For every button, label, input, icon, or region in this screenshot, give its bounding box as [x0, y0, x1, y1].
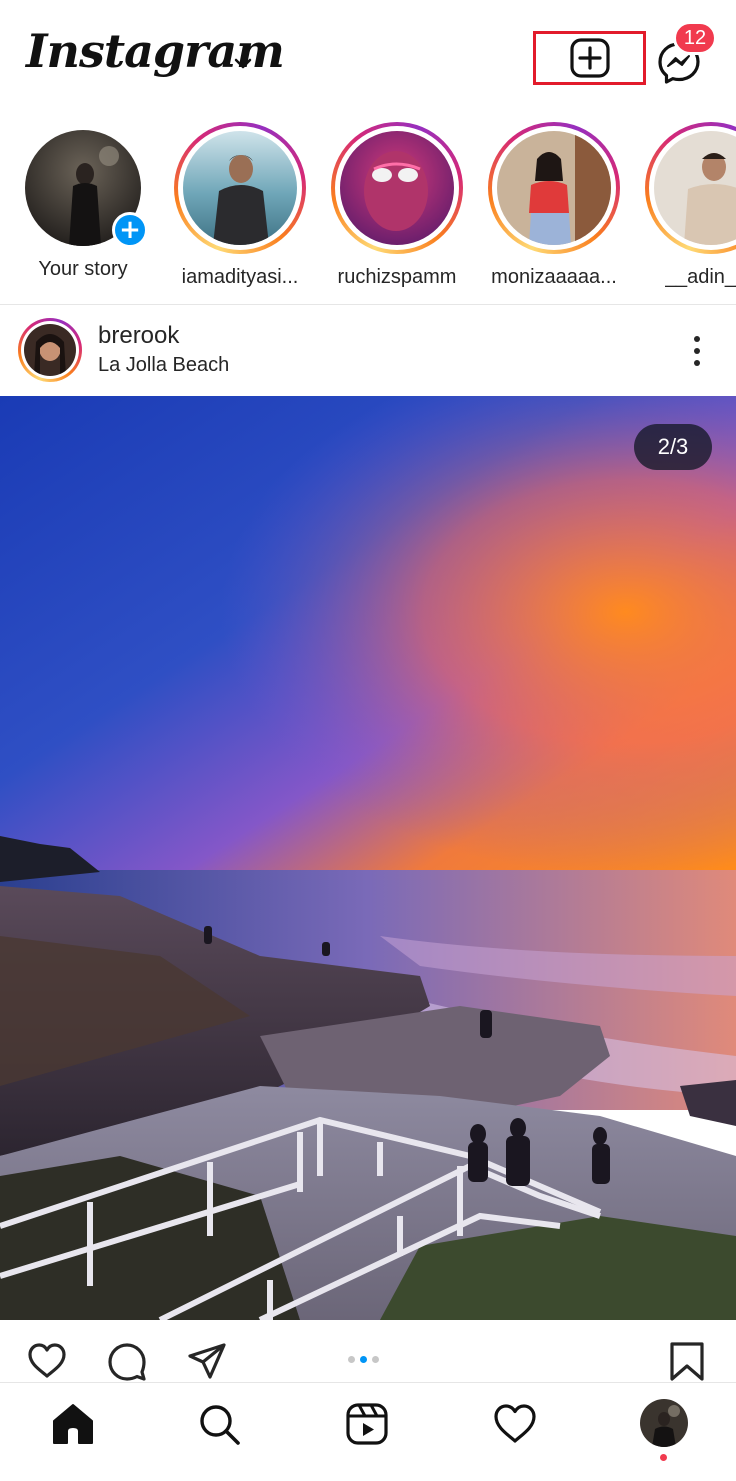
post-header: brerook La Jolla Beach: [0, 306, 736, 396]
story-label: __adin__s: [664, 266, 736, 288]
avatar: [340, 131, 454, 245]
top-header: Instagram 12: [0, 0, 736, 118]
avatar: [654, 131, 736, 245]
heart-icon[interactable]: [26, 1340, 68, 1382]
more-options-icon[interactable]: [680, 334, 714, 368]
post-username[interactable]: brerook: [98, 322, 179, 350]
send-icon[interactable]: [186, 1340, 228, 1382]
story-item-ruchizspamm[interactable]: ruchizspamm: [322, 122, 472, 289]
profile-avatar[interactable]: [640, 1399, 688, 1447]
story-item-iamadityasi[interactable]: iamadityasi...: [165, 122, 315, 289]
reels-icon[interactable]: [344, 1401, 390, 1447]
message-count-badge: 12: [673, 21, 717, 55]
post-location[interactable]: La Jolla Beach: [98, 354, 229, 377]
comment-icon[interactable]: [106, 1340, 148, 1382]
bookmark-icon[interactable]: [666, 1340, 708, 1382]
search-icon[interactable]: [196, 1401, 242, 1447]
story-ring: [645, 122, 736, 254]
carousel-dot-active: [360, 1356, 367, 1363]
avatar: [497, 131, 611, 245]
bottom-navigation: [0, 1382, 736, 1481]
story-item-monizaaaaa[interactable]: monizaaaaa...: [479, 122, 629, 289]
home-icon[interactable]: [50, 1401, 96, 1447]
activity-heart-icon[interactable]: [492, 1401, 538, 1447]
stories-tray: + Your story iamadityasi... ruchizspamm …: [0, 118, 736, 304]
post-image[interactable]: [0, 396, 736, 1320]
carousel-indicator: [348, 1356, 379, 1363]
story-ring: [488, 122, 620, 254]
story-ring: [331, 122, 463, 254]
post-action-bar: [0, 1320, 736, 1382]
carousel-dot: [348, 1356, 355, 1363]
chevron-down-icon[interactable]: [232, 52, 254, 74]
story-label: ruchizspamm: [337, 266, 457, 288]
add-story-icon[interactable]: +: [112, 212, 148, 248]
carousel-dot: [372, 1356, 379, 1363]
story-label: Your story: [38, 258, 128, 280]
story-label: monizaaaaa...: [491, 266, 617, 288]
story-ring: [174, 122, 306, 254]
plus-square-icon: [569, 38, 610, 78]
post-author-avatar[interactable]: [18, 318, 82, 382]
avatar: [183, 131, 297, 245]
story-item-adin[interactable]: __adin__s: [636, 122, 736, 289]
image-counter: 2/3: [634, 424, 712, 470]
story-item-your-story[interactable]: + Your story: [8, 122, 158, 281]
new-post-button[interactable]: [533, 31, 646, 85]
profile-notification-dot: [660, 1454, 667, 1461]
divider: [0, 304, 736, 305]
story-label: iamadityasi...: [181, 266, 299, 288]
